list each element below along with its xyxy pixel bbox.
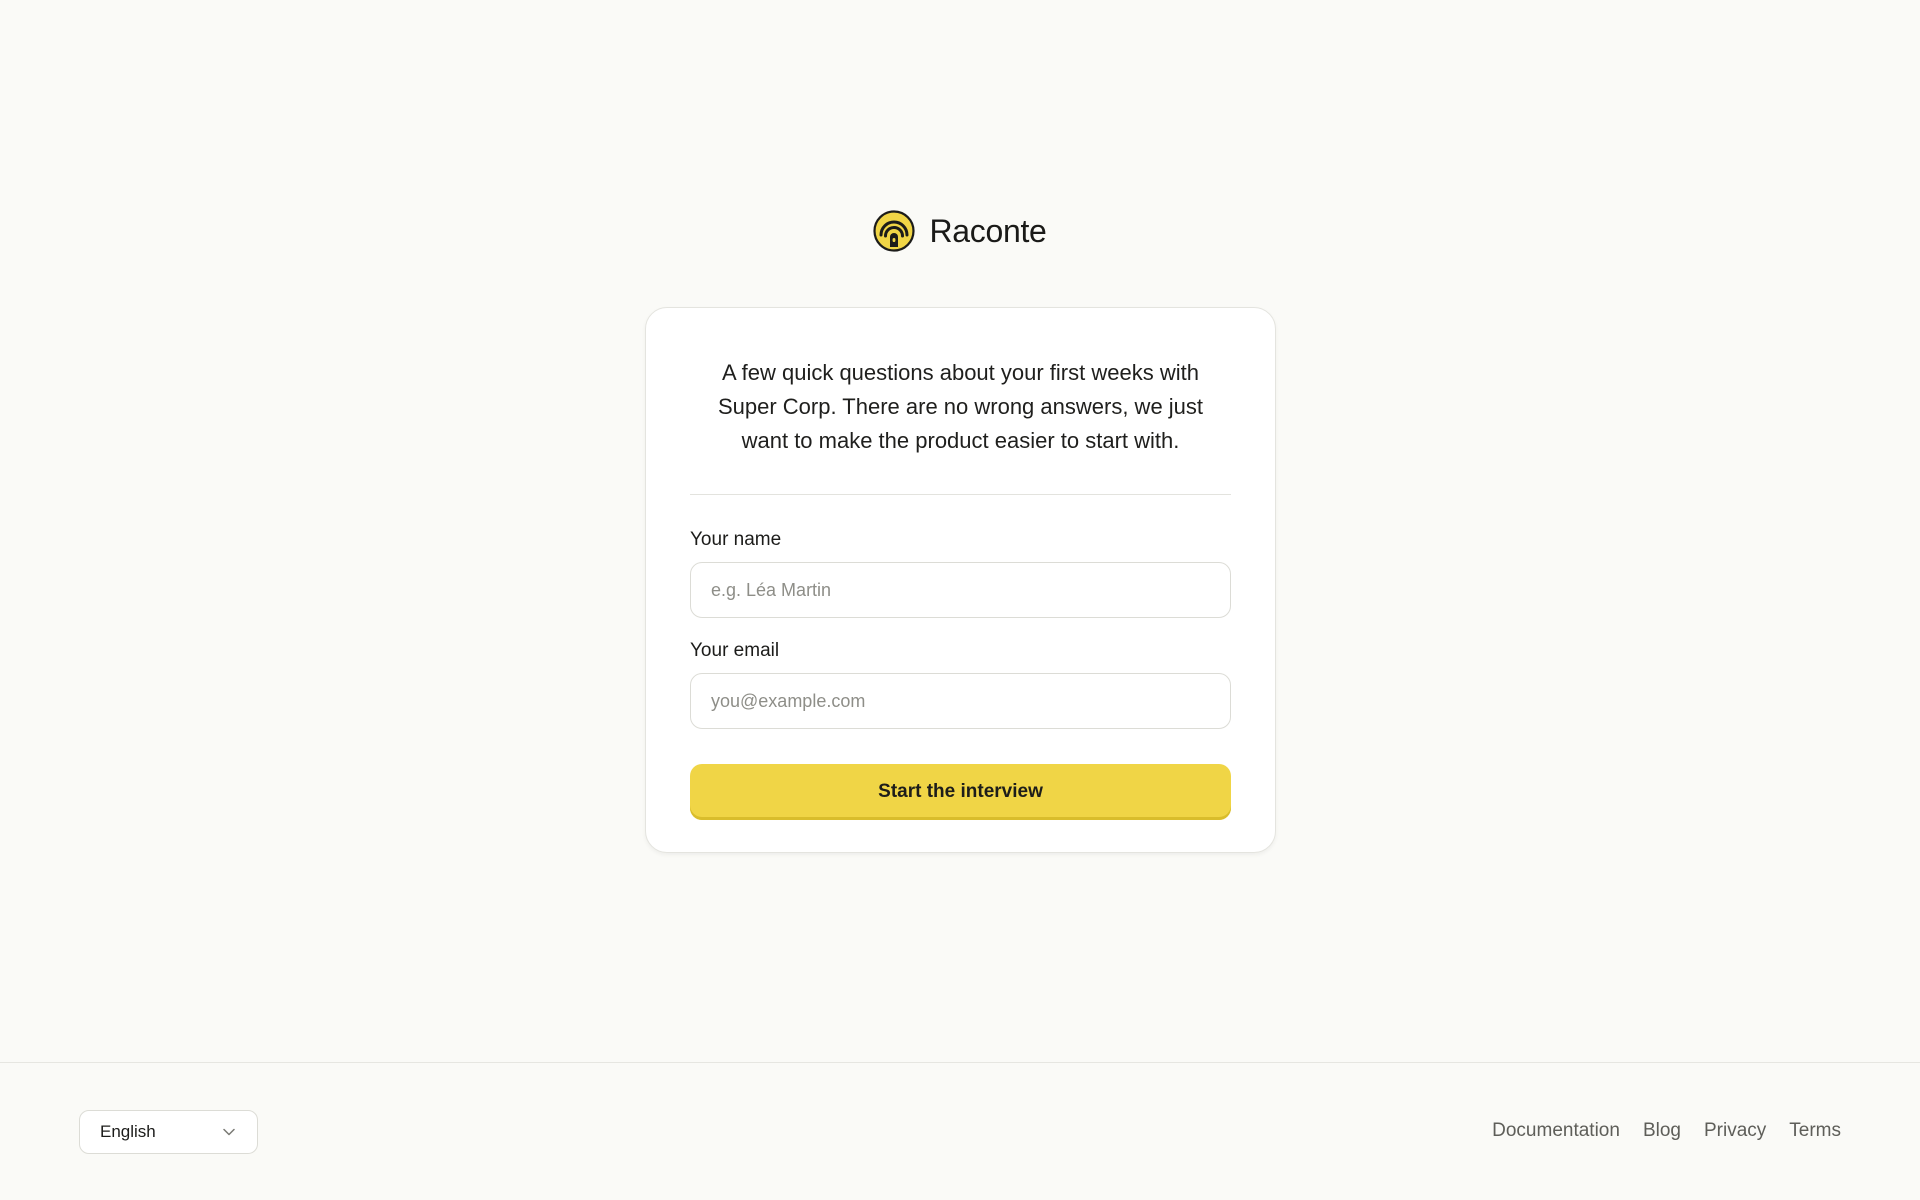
intro-text: A few quick questions about your first w…: [717, 360, 1204, 453]
start-interview-button[interactable]: Start the interview: [690, 764, 1231, 820]
footer-link-documentation[interactable]: Documentation: [1492, 1120, 1620, 1142]
divider: [690, 494, 1231, 495]
footer-link-terms[interactable]: Terms: [1789, 1120, 1841, 1142]
brand-name: Raconte: [929, 212, 1047, 249]
language-select[interactable]: English: [79, 1110, 258, 1154]
interview-card: A few quick questions about your first w…: [645, 307, 1276, 853]
raconte-logo-icon: [873, 210, 916, 252]
email-label: Your email: [690, 640, 780, 661]
language-selected-value: English: [100, 1122, 156, 1141]
footer-links: Documentation Blog Privacy Terms: [1492, 1120, 1841, 1142]
brand-header: Raconte: [0, 210, 1920, 252]
email-input[interactable]: [690, 673, 1231, 729]
chevron-down-icon: [223, 1128, 235, 1136]
footer: English Documentation Blog Privacy Terms: [0, 1062, 1920, 1200]
name-label: Your name: [690, 529, 782, 550]
name-input[interactable]: [690, 562, 1231, 618]
footer-link-blog[interactable]: Blog: [1643, 1120, 1681, 1142]
footer-link-privacy[interactable]: Privacy: [1704, 1120, 1766, 1142]
